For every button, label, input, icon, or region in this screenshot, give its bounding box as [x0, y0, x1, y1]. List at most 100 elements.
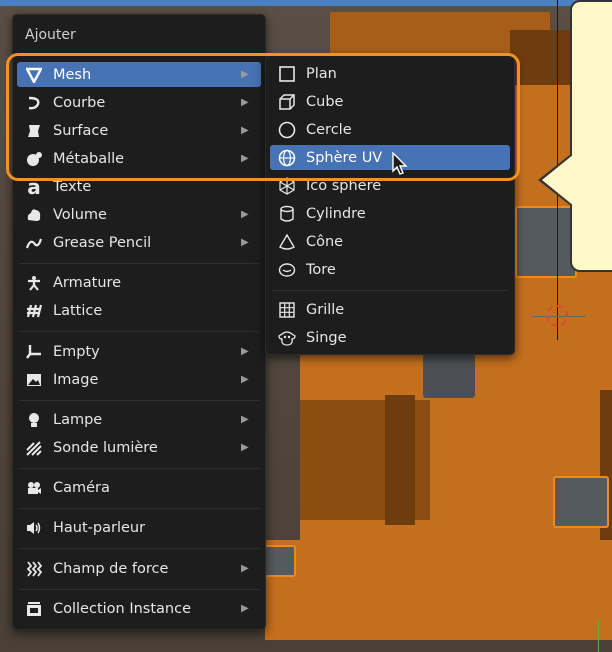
chevron-right-icon: ▶ [241, 125, 249, 136]
menu-item-sonde-lumiere[interactable]: Sonde lumière ▶ [17, 435, 261, 460]
menu-item-image[interactable]: Image ▶ [17, 367, 261, 392]
menu-item-label: Image [53, 371, 99, 388]
menu-item-mesh[interactable]: Mesh ▶ [17, 62, 261, 87]
menu-separator [19, 589, 259, 590]
menu-item-texte[interactable]: a Texte [17, 174, 261, 199]
menu-item-lampe[interactable]: Lampe ▶ [17, 407, 261, 432]
menu-item-empty[interactable]: Empty ▶ [17, 339, 261, 364]
green-axis-line [598, 620, 599, 652]
menu-separator [19, 263, 259, 264]
viewport-header-strip [0, 0, 612, 6]
surface-icon [23, 120, 45, 142]
menu-item-label: Surface [53, 122, 109, 139]
submenu-item-singe[interactable]: Singe [270, 325, 510, 350]
3d-cursor-icon[interactable] [546, 305, 568, 327]
cube-2[interactable] [423, 354, 475, 398]
submenu-item-ico-sphere[interactable]: Ico sphère [270, 173, 510, 198]
menu-item-label: Armature [53, 274, 122, 291]
selected-cube-1[interactable] [515, 206, 577, 278]
submenu-item-sphere-uv[interactable]: Sphère UV [270, 145, 510, 170]
chevron-right-icon: ▶ [241, 209, 249, 220]
chevron-right-icon: ▶ [241, 374, 249, 385]
menu-item-armature[interactable]: Armature [17, 270, 261, 295]
cone-icon [276, 231, 298, 253]
menu-item-label: Grease Pencil [53, 234, 152, 251]
menu-separator [19, 331, 259, 332]
chevron-right-icon: ▶ [241, 442, 249, 453]
menu-item-volume[interactable]: Volume ▶ [17, 202, 261, 227]
callout-tail [542, 154, 574, 206]
submenu-item-cercle[interactable]: Cercle [270, 117, 510, 142]
submenu-item-label: Grille [306, 301, 345, 318]
tooltip-callout [570, 0, 612, 272]
submenu-item-cube[interactable]: Cube [270, 89, 510, 114]
menu-separator [19, 548, 259, 549]
menu-item-label: Mesh [53, 66, 92, 83]
menu-item-label: Volume [53, 206, 107, 223]
empty-icon [23, 341, 45, 363]
submenu-item-label: Cercle [306, 121, 352, 138]
circle-icon [276, 119, 298, 141]
orange-floor-bottom [265, 540, 612, 640]
pillar-shadow [385, 395, 415, 525]
menu-item-collection-instance[interactable]: Collection Instance ▶ [17, 596, 261, 621]
submenu-item-cylindre[interactable]: Cylindre [270, 201, 510, 226]
submenu-item-label: Cône [306, 233, 344, 250]
menu-item-lattice[interactable]: Lattice [17, 298, 261, 323]
submenu-item-tore[interactable]: Tore [270, 257, 510, 282]
camera-icon [23, 477, 45, 499]
chevron-right-icon: ▶ [241, 346, 249, 357]
volume-icon [23, 204, 45, 226]
chevron-right-icon: ▶ [241, 97, 249, 108]
submenu-separator [272, 290, 508, 291]
chevron-right-icon: ▶ [241, 563, 249, 574]
menu-item-surface[interactable]: Surface ▶ [17, 118, 261, 143]
monkey-icon [276, 327, 298, 349]
curve-icon [23, 92, 45, 114]
menu-item-label: Courbe [53, 94, 106, 111]
armature-icon [23, 272, 45, 294]
grease-pencil-icon [23, 232, 45, 254]
submenu-item-cone[interactable]: Cône [270, 229, 510, 254]
lattice-icon [23, 300, 45, 322]
torus-icon [276, 259, 298, 281]
chevron-right-icon: ▶ [241, 414, 249, 425]
submenu-item-plan[interactable]: Plan [270, 61, 510, 86]
selected-cube-3[interactable] [553, 476, 609, 528]
chevron-right-icon: ▶ [241, 603, 249, 614]
grid-icon [276, 299, 298, 321]
submenu-item-label: Sphère UV [306, 149, 383, 166]
menu-separator [19, 400, 259, 401]
menu-item-grease-pencil[interactable]: Grease Pencil ▶ [17, 230, 261, 255]
menu-item-label: Empty [53, 343, 100, 360]
menu-item-label: Haut-parleur [53, 519, 146, 536]
submenu-item-grille[interactable]: Grille [270, 297, 510, 322]
submenu-item-label: Cube [306, 93, 344, 110]
menu-item-courbe[interactable]: Courbe ▶ [17, 90, 261, 115]
chevron-right-icon: ▶ [241, 69, 249, 80]
menu-item-metaballe[interactable]: Métaballe ▶ [17, 146, 261, 171]
menu-title: Ajouter [25, 27, 76, 43]
menu-item-label: Caméra [53, 479, 110, 496]
submenu-item-label: Ico sphère [306, 177, 382, 194]
submenu-item-label: Tore [306, 261, 336, 278]
submenu-item-label: Cylindre [306, 205, 366, 222]
menu-item-camera[interactable]: Caméra [17, 475, 261, 500]
menu-item-champ-de-force[interactable]: Champ de force ▶ [17, 556, 261, 581]
menu-separator [19, 508, 259, 509]
mesh-submenu: Plan Cube Cercle Sphère UV Ico sphère Cy… [265, 55, 515, 355]
cube-icon [276, 91, 298, 113]
add-menu: Ajouter Mesh ▶ Courbe ▶ Surface ▶ Métaba… [12, 14, 266, 630]
menu-item-label: Lattice [53, 302, 103, 319]
speaker-icon [23, 517, 45, 539]
menu-item-label: Lampe [53, 411, 103, 428]
image-icon [23, 369, 45, 391]
text-icon: a [27, 174, 41, 199]
menu-item-label: Texte [53, 178, 92, 195]
menu-item-haut-parleur[interactable]: Haut-parleur [17, 515, 261, 540]
chevron-right-icon: ▶ [241, 237, 249, 248]
force-field-icon [23, 558, 45, 580]
menu-item-label: Champ de force [53, 560, 169, 577]
submenu-item-label: Plan [306, 65, 337, 82]
lamp-icon [23, 409, 45, 431]
